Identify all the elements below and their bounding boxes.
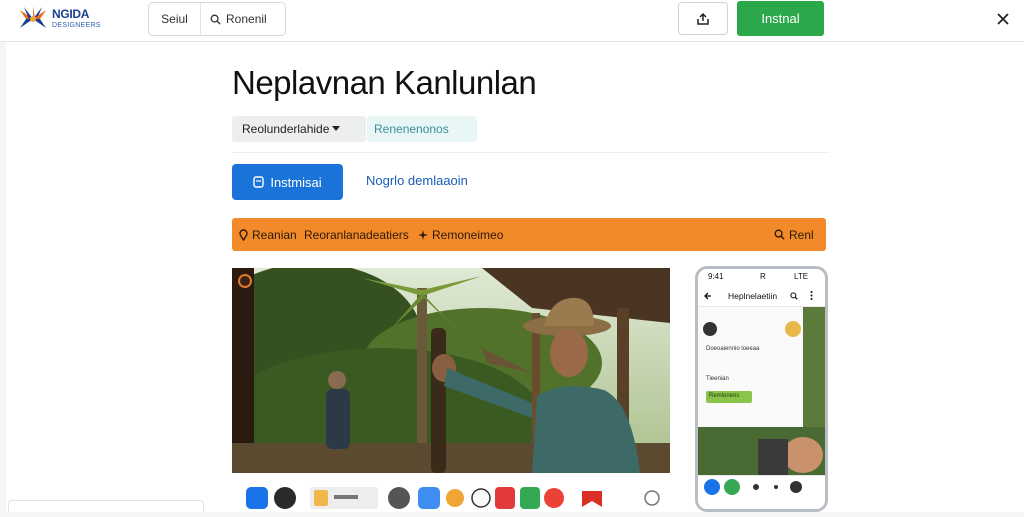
main-content: Neplavnan Kanlunlan Reolunderlahide Rene… [6, 42, 1024, 512]
top-bar: NGIDA DESIGNEERS Seiul Ronenil Instnal [0, 0, 1024, 42]
bottom-toast [8, 500, 204, 512]
category-dropdown[interactable]: Reolunderlahide [232, 116, 366, 142]
document-icon [253, 176, 265, 188]
chevron-down-icon [332, 126, 341, 131]
notice-bar: Reanian Reoranlanadeatiers Remoneimeo Re… [232, 218, 826, 251]
search-group: Seiul Ronenil [148, 2, 286, 36]
phone-status-center: R [760, 272, 766, 281]
notice-search[interactable]: Renl [774, 228, 814, 242]
search-scope-button[interactable]: Seiul [149, 3, 201, 35]
notice-location-label: Reanian [252, 227, 297, 242]
dock-app-icons [246, 487, 660, 509]
phone-header: Heplnelaetiin [698, 285, 825, 307]
notice-item-3-label: Remoneimeo [432, 227, 504, 242]
logo[interactable]: NGIDA DESIGNEERS [18, 4, 128, 34]
tag-chip[interactable]: Renenenonos [367, 116, 477, 142]
secondary-link[interactable]: Nogrlo demlaaoin [366, 173, 468, 188]
divider [232, 152, 830, 153]
phone-chip[interactable]: Remloneos [709, 393, 739, 399]
phone-body-illustration [698, 307, 825, 477]
logo-mark-icon [20, 6, 46, 28]
primary-install-label: Instmisai [270, 174, 322, 190]
close-button[interactable] [992, 8, 1014, 30]
phone-line-2: Tieenian [706, 376, 729, 382]
notice-item-2[interactable]: Reoranlanadeatiers [304, 228, 409, 242]
search-input[interactable]: Ronenil [201, 3, 285, 35]
back-arrow-icon[interactable] [704, 292, 712, 300]
close-icon [997, 13, 1009, 25]
share-button[interactable] [678, 2, 728, 35]
search-icon[interactable] [790, 292, 798, 300]
category-dropdown-label: Reolunderlahide [242, 122, 330, 136]
page-title: Neplavnan Kanlunlan [232, 64, 537, 101]
phone-network: LTE [794, 272, 809, 281]
more-vertical-icon[interactable] [810, 291, 813, 300]
notice-search-label: Renl [789, 227, 814, 242]
logo-text: NGIDA [52, 7, 90, 21]
hero-photo [232, 268, 670, 473]
share-icon [697, 12, 709, 25]
phone-body: Doeoaiennio loeeaa Tieenian Remloneos [698, 307, 825, 477]
phone-status-bar: 9:41 R LTE [698, 269, 825, 285]
logo-subtitle: DESIGNEERS [52, 22, 101, 29]
phone-line-1: Doeoaiennio loeeaa [706, 346, 760, 352]
farmer-photo-illustration [232, 268, 670, 473]
notice-location-item[interactable]: Reanian [239, 228, 297, 242]
phone-time: 9:41 [708, 272, 724, 281]
phone-header-title: Heplnelaetiin [728, 291, 778, 301]
primary-install-button[interactable]: Instmisai [232, 164, 343, 200]
phone-nav-icons [704, 479, 802, 495]
search-icon [774, 229, 785, 240]
app-dock [232, 473, 670, 512]
install-button[interactable]: Instnal [737, 1, 824, 36]
phone-nav-bar [698, 475, 825, 509]
phone-mockup: 9:41 R LTE Heplnelaetiin Doeoaiennio loe… [695, 266, 828, 512]
search-icon [210, 14, 221, 25]
sparkle-icon [418, 229, 428, 240]
notice-item-3[interactable]: Remoneimeo [418, 228, 503, 242]
search-input-label: Ronenil [226, 12, 267, 26]
photo-badge-icon [238, 274, 252, 288]
location-pin-icon [239, 228, 248, 241]
